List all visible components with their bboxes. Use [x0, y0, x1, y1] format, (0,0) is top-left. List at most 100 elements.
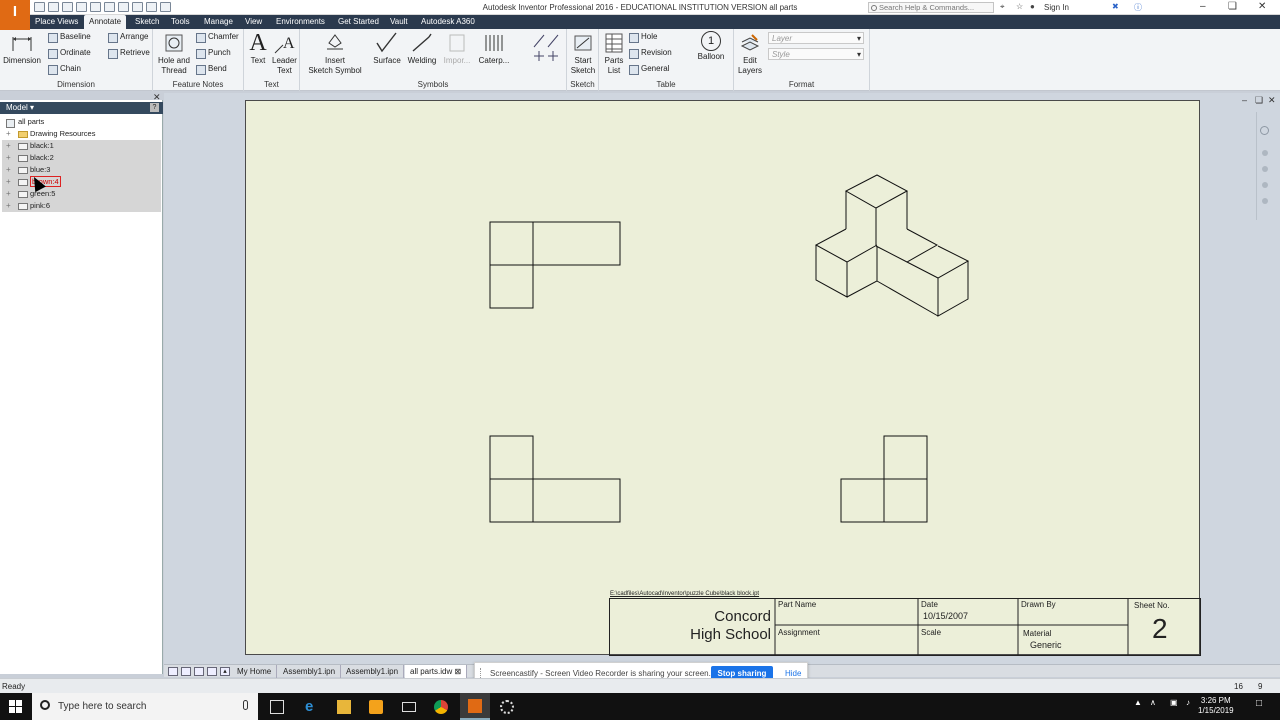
store-icon[interactable]	[369, 700, 383, 714]
help-icon[interactable]: ⓘ	[1134, 2, 1142, 13]
tab-all-parts-idw[interactable]: all parts.idw ⊠	[405, 665, 468, 678]
task-view-icon[interactable]	[270, 700, 284, 714]
chrome-icon[interactable]	[434, 700, 448, 714]
drawing-sheet[interactable]: E:\cadfiles\Autocad\Inventor\puzzle Cube…	[245, 100, 1201, 656]
hole-thread-button[interactable]: Hole and Thread	[155, 31, 193, 76]
browser-header[interactable]: Model ▾	[0, 102, 163, 114]
tab-autodesk-a360[interactable]: Autodesk A360	[416, 15, 480, 29]
general-table-button[interactable]: General	[629, 64, 669, 75]
tab-environments[interactable]: Environments	[271, 15, 330, 29]
network-icon[interactable]: ▣	[1170, 698, 1178, 707]
tree-root-all-parts[interactable]: all parts	[2, 116, 161, 128]
tab-my-home[interactable]: My Home	[232, 665, 278, 678]
bend-button[interactable]: Bend	[196, 64, 227, 75]
mail-icon[interactable]	[402, 702, 416, 712]
welding-button[interactable]: Welding	[406, 31, 438, 66]
tile-vertical-icon[interactable]	[207, 667, 217, 676]
close-tab-icon[interactable]: ⊠	[454, 667, 461, 676]
surface-button[interactable]: Surface	[370, 31, 404, 66]
tab-manage[interactable]: Manage	[199, 15, 238, 29]
front-view[interactable]	[489, 435, 621, 523]
look-at-icon[interactable]	[1262, 198, 1268, 204]
chamfer-button[interactable]: Chamfer	[196, 32, 239, 43]
leader-text-button[interactable]: A Leader Text	[271, 31, 298, 76]
tree-item-blue-3[interactable]: blue:3	[2, 164, 161, 176]
balloon-button[interactable]: 1 Balloon	[695, 31, 727, 62]
loading-icon[interactable]	[500, 700, 514, 714]
sign-in-link[interactable]: Sign In	[1044, 3, 1069, 12]
hide-button[interactable]: Hide	[785, 669, 801, 678]
top-view[interactable]	[489, 221, 621, 309]
people-icon[interactable]: ▲	[1134, 698, 1142, 707]
microphone-icon[interactable]	[243, 700, 248, 710]
parts-list-icon	[605, 33, 623, 53]
minimize-button[interactable]: –	[1200, 1, 1206, 12]
tree-item-pink-6[interactable]: pink:6	[2, 200, 161, 212]
start-sketch-button[interactable]: Start Sketch	[569, 31, 597, 76]
insert-sketch-symbol-button[interactable]: Insert Sketch Symbol	[306, 31, 364, 76]
tab-view[interactable]: View	[240, 15, 267, 29]
cascade-icon[interactable]	[194, 667, 204, 676]
import-button[interactable]: Impor...	[440, 31, 474, 66]
restore-button[interactable]: ❏	[1228, 1, 1237, 12]
text-button[interactable]: A Text	[246, 31, 270, 66]
right-view[interactable]	[840, 435, 928, 523]
exchange-icon[interactable]: ✖	[1112, 2, 1119, 11]
tray-expand-icon[interactable]: ∧	[1150, 698, 1156, 707]
baseline-button[interactable]: Baseline	[48, 32, 91, 43]
tree-item-green-5[interactable]: green:5	[2, 188, 161, 200]
punch-button[interactable]: Punch	[196, 48, 231, 59]
binoculars-icon[interactable]: ⌖	[1000, 2, 1005, 12]
parts-list-button[interactable]: Parts List	[601, 31, 627, 76]
caterpillar-button[interactable]: Caterp...	[476, 31, 512, 66]
revision-table-button[interactable]: Revision	[629, 48, 672, 59]
zoom-icon[interactable]	[1262, 166, 1268, 172]
tree-item-brown-4[interactable]: brown:4	[2, 176, 161, 188]
user-icon[interactable]: ●	[1030, 2, 1035, 11]
edge-browser-icon[interactable]: e	[305, 699, 319, 714]
browser-help-icon[interactable]: ?	[150, 103, 159, 112]
tree-item-black-2[interactable]: black:2	[2, 152, 161, 164]
doc-close-button[interactable]: ✕	[1268, 95, 1276, 106]
pan-icon[interactable]	[1262, 150, 1268, 156]
steering-wheel-icon[interactable]	[1260, 126, 1269, 135]
tab-assembly1-ipn-2[interactable]: Assembly1.ipn	[341, 665, 405, 678]
help-search-input[interactable]: Search Help & Commands...	[868, 2, 994, 13]
dimension-button[interactable]: Dimension	[2, 31, 42, 66]
edit-layers-button[interactable]: Edit Layers	[736, 31, 764, 76]
tab-sketch[interactable]: Sketch	[130, 15, 164, 29]
tab-assembly1-ipn-1[interactable]: Assembly1.ipn	[278, 665, 342, 678]
volume-icon[interactable]: ♪	[1186, 698, 1190, 707]
taskbar-clock[interactable]: 3:26 PM 1/15/2019	[1198, 696, 1234, 716]
ordinate-button[interactable]: Ordinate	[48, 48, 91, 59]
chain-button[interactable]: Chain	[48, 64, 81, 75]
windows-start-icon[interactable]	[9, 700, 22, 713]
hole-table-button[interactable]: Hole	[629, 32, 657, 43]
tab-get-started[interactable]: Get Started	[333, 15, 384, 29]
isometric-view[interactable]	[814, 174, 970, 317]
tile-grid-icon[interactable]	[181, 667, 191, 676]
tab-vault[interactable]: Vault	[385, 15, 413, 29]
tab-place-views[interactable]: Place Views	[30, 15, 83, 29]
star-icon[interactable]: ☆	[1016, 2, 1023, 11]
close-button[interactable]: ✕	[1258, 1, 1266, 12]
centerline-tools-icon[interactable]	[532, 33, 560, 65]
style-dropdown[interactable]: Style	[768, 48, 864, 60]
inventor-taskbar-button[interactable]	[460, 693, 490, 720]
tab-annotate[interactable]: Annotate	[84, 15, 127, 29]
tab-tools[interactable]: Tools	[166, 15, 195, 29]
tree-item-drawing-resources[interactable]: Drawing Resources	[2, 128, 161, 140]
taskbar-search-input[interactable]: Type here to search	[32, 693, 258, 720]
doc-restore-button[interactable]: ❏	[1255, 95, 1263, 106]
file-explorer-icon[interactable]	[337, 700, 351, 714]
doc-minimize-button[interactable]: –	[1242, 95, 1247, 105]
arrange-button[interactable]: Arrange	[108, 32, 148, 43]
app-menu-button[interactable]: I	[0, 0, 30, 30]
retrieve-button[interactable]: Retrieve	[108, 48, 150, 59]
tile-horizontal-icon[interactable]	[168, 667, 178, 676]
tab-list-icon[interactable]: ▴	[220, 667, 230, 676]
tree-item-black-1[interactable]: black:1	[2, 140, 161, 152]
orbit-icon[interactable]	[1262, 182, 1268, 188]
layer-dropdown[interactable]: Layer	[768, 32, 864, 44]
notification-icon[interactable]: □	[1256, 698, 1262, 709]
